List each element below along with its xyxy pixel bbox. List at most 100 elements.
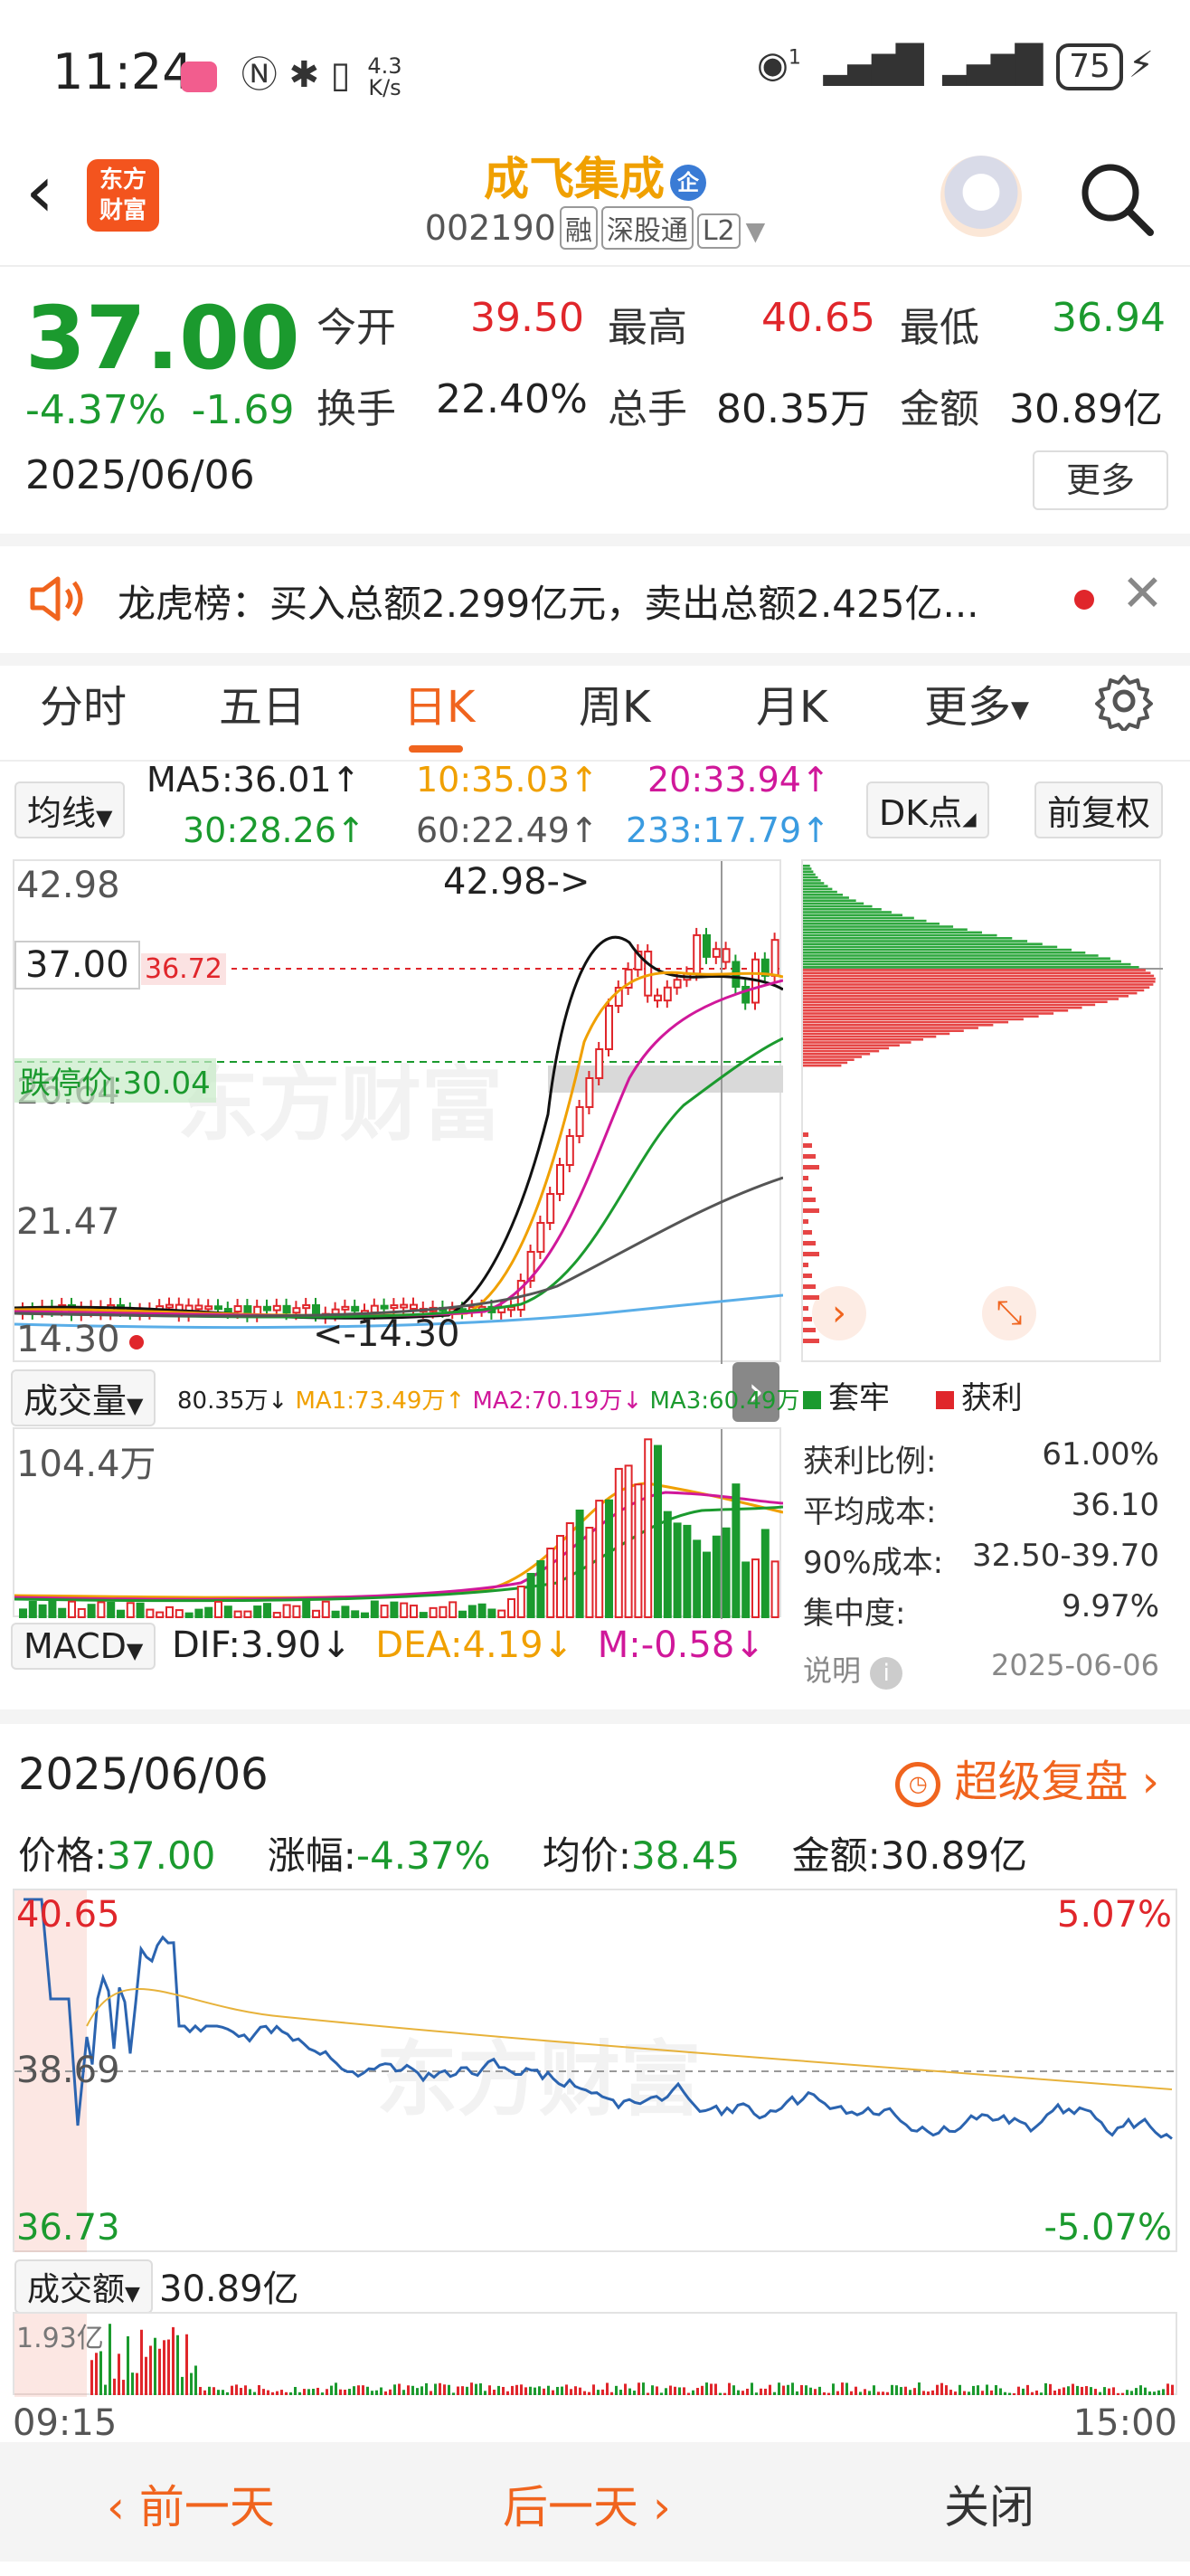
chip-bar bbox=[803, 867, 812, 870]
amount-bar bbox=[579, 2387, 581, 2395]
prev-day-button[interactable]: ‹ 前一天 bbox=[107, 2471, 275, 2536]
amount-bar bbox=[787, 2384, 789, 2395]
candle bbox=[223, 1308, 232, 1313]
amount-bar bbox=[773, 2391, 776, 2395]
candle bbox=[605, 1005, 613, 1050]
volume-value: 80.35万 bbox=[716, 386, 870, 432]
amount-bar bbox=[1153, 2391, 1156, 2395]
amount-bar bbox=[425, 2382, 428, 2395]
tab-daily-k[interactable]: 日K bbox=[403, 671, 475, 734]
volume-bar bbox=[204, 1606, 213, 1618]
stat-concentration-label: 集中度: bbox=[803, 1596, 906, 1632]
stat-avg-cost-label: 平均成本: bbox=[803, 1494, 937, 1530]
amount-bar bbox=[276, 2391, 279, 2395]
high-marker: 42.98-> bbox=[443, 861, 590, 903]
amount-bar bbox=[570, 2389, 572, 2395]
candle bbox=[341, 1305, 350, 1311]
amount-bar bbox=[859, 2391, 862, 2395]
current-price-tag: 37.00 bbox=[14, 941, 140, 990]
close-icon[interactable]: ✕ bbox=[1121, 564, 1164, 623]
amount-bar bbox=[1044, 2382, 1047, 2395]
kline-chart[interactable]: 东方财富 42.98 26.64 21.47 14.30 37.00 36.72… bbox=[13, 859, 783, 1364]
amount-bar bbox=[344, 2390, 346, 2395]
chip-bar bbox=[803, 1187, 812, 1191]
chip-bar bbox=[803, 1044, 900, 1046]
tag-connect: 深股通 bbox=[600, 206, 694, 250]
chip-bar bbox=[803, 954, 1099, 957]
amount-bar bbox=[656, 2386, 658, 2395]
amount-bar bbox=[791, 2382, 794, 2395]
chip-bar bbox=[803, 969, 1146, 971]
intraday-chart[interactable]: 东方财富 40.65 38.69 36.73 5.07% -5.07% bbox=[13, 1889, 1179, 2252]
volume-select[interactable]: 成交量▼ bbox=[11, 1369, 156, 1426]
macd-select[interactable]: MACD▼ bbox=[11, 1623, 156, 1670]
candle bbox=[565, 1135, 574, 1166]
amount-bar bbox=[760, 2388, 762, 2395]
volume-bar bbox=[516, 1586, 525, 1618]
candle bbox=[556, 1164, 564, 1195]
expand-icon[interactable]: ⤡ bbox=[982, 1286, 1036, 1340]
news-banner[interactable]: 龙虎榜：买入总额2.299亿元，卖出总额2.425亿... ✕ bbox=[0, 534, 1190, 666]
volume-bar bbox=[351, 1610, 360, 1618]
amount-bar bbox=[868, 2391, 871, 2395]
vibrate-icon: ▯ bbox=[330, 54, 351, 96]
chip-bar bbox=[803, 928, 968, 931]
collapse-icon[interactable]: › bbox=[812, 1286, 866, 1340]
volume-bar bbox=[722, 1527, 731, 1618]
dk-point-button[interactable]: DK点◢ bbox=[866, 781, 989, 838]
price-adjust-button[interactable]: 前复权 bbox=[1034, 781, 1164, 838]
tab-more[interactable]: 更多▼ bbox=[924, 671, 1029, 734]
nfc-icon: Ⓝ bbox=[241, 54, 278, 96]
amount-bar bbox=[827, 2392, 830, 2395]
chip-bar bbox=[803, 1009, 1069, 1012]
amount-bar bbox=[1148, 2391, 1151, 2395]
amount-bar bbox=[922, 2391, 925, 2395]
volume-bar bbox=[77, 1607, 86, 1618]
amount-bar bbox=[497, 2385, 500, 2395]
amount-bar bbox=[864, 2389, 866, 2395]
amount-bar bbox=[470, 2382, 473, 2395]
amount-bar bbox=[995, 2385, 997, 2395]
volume-bar bbox=[97, 1601, 106, 1619]
chip-note[interactable]: 说明 i bbox=[803, 1648, 903, 1690]
ma-select[interactable]: 均线▼ bbox=[14, 781, 126, 838]
volume-bar bbox=[223, 1605, 232, 1619]
next-day-button[interactable]: 后一天 › bbox=[503, 2471, 671, 2536]
tab-five-day[interactable]: 五日 bbox=[219, 671, 306, 734]
info-icon: i bbox=[870, 1657, 903, 1690]
candle bbox=[410, 1303, 418, 1310]
settings-icon[interactable] bbox=[1094, 671, 1154, 734]
more-button[interactable]: 更多 bbox=[1033, 450, 1168, 510]
chip-bar bbox=[803, 911, 892, 914]
legend-profit: 获利 bbox=[960, 1380, 1023, 1416]
chip-bar bbox=[803, 1018, 1024, 1021]
tab-weekly-k[interactable]: 周K bbox=[579, 671, 650, 734]
close-button[interactable]: 关闭 bbox=[944, 2471, 1034, 2536]
amount-bar bbox=[913, 2388, 916, 2395]
amount-bar bbox=[222, 2390, 224, 2395]
chip-distribution[interactable]: › ⤡ bbox=[801, 859, 1163, 1362]
amount-bar bbox=[326, 2389, 328, 2395]
amount-bar bbox=[122, 2380, 125, 2395]
status-right: ◉1 ▂▄▆█ ▂▄▆█ 75 ⚡ bbox=[757, 43, 1154, 90]
intraday-date: 2025/06/06 bbox=[18, 1749, 269, 1800]
amount-bar bbox=[163, 2340, 165, 2395]
amount-select[interactable]: 成交额▼ bbox=[14, 2259, 153, 2314]
amount-bar bbox=[769, 2384, 771, 2395]
volume-bar bbox=[751, 1558, 760, 1618]
amount-bar bbox=[140, 2329, 143, 2395]
volume-bar bbox=[565, 1522, 574, 1618]
chip-legend: 套牢 获利 bbox=[803, 1373, 1023, 1417]
amount-bar bbox=[732, 2385, 735, 2395]
volume-bar bbox=[673, 1522, 682, 1618]
chip-bar bbox=[803, 1317, 812, 1321]
volume-bar bbox=[312, 1609, 320, 1618]
super-replay-button[interactable]: ◷ 超级复盘 › bbox=[895, 1746, 1159, 1809]
amount-bar bbox=[298, 2391, 301, 2395]
assistant-avatar[interactable] bbox=[940, 156, 1022, 237]
search-icon[interactable] bbox=[1076, 158, 1157, 243]
tab-monthly-k[interactable]: 月K bbox=[756, 671, 827, 734]
amount-bar bbox=[565, 2384, 568, 2395]
tab-intraday[interactable]: 分时 bbox=[40, 671, 127, 734]
amount-bar bbox=[886, 2391, 889, 2395]
